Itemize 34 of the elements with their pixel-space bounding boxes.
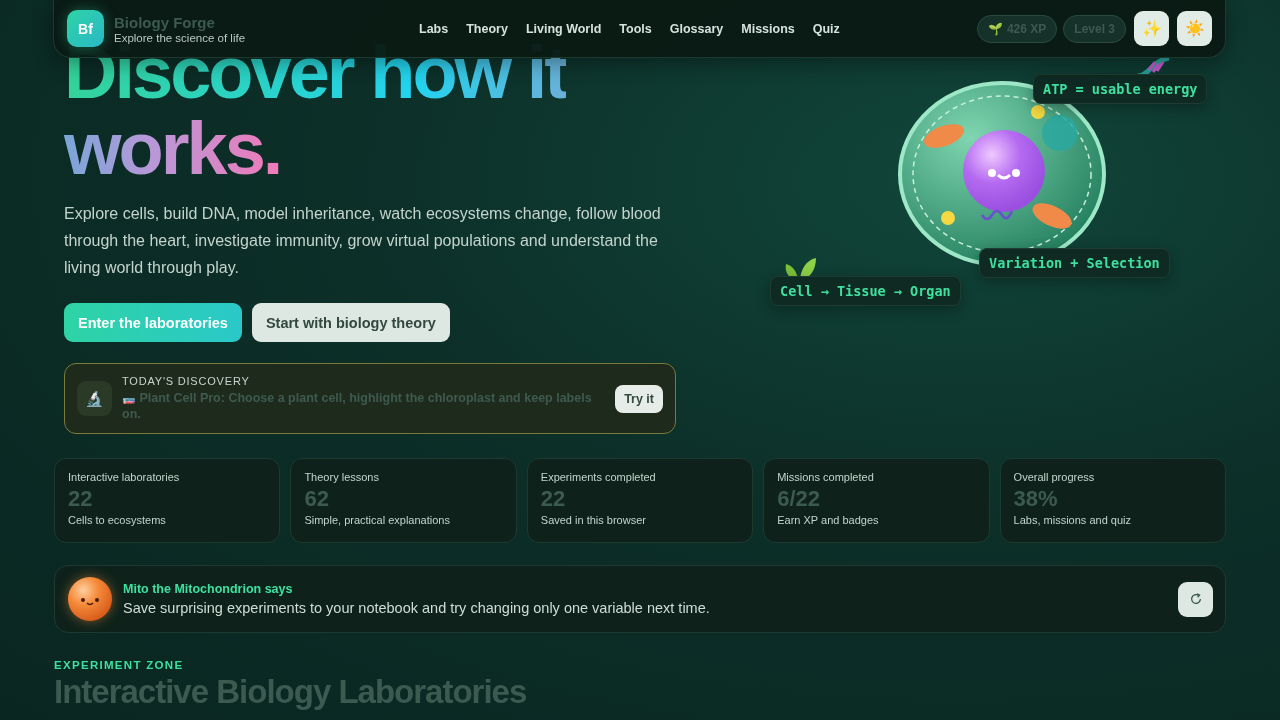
stat-label: Overall progress — [1013, 471, 1096, 483]
mascot-icon — [67, 576, 113, 622]
stat-value: 22 — [540, 486, 567, 512]
intro-paragraph: Explore cells, build DNA, model inheritance, watch ecosystems change, follow blood through the heart, investigate immunity, grow virtual populations and understand the living world through play. — [64, 204, 662, 278]
discovery-label: TODAY'S DISCOVERY — [122, 375, 251, 387]
stat-note: Saved in this browser — [540, 514, 647, 526]
stat-note: Labs, missions and quiz — [1013, 514, 1132, 526]
stat-value: 38% — [1013, 486, 1059, 512]
try-button[interactable]: Try it — [615, 384, 663, 413]
stat-note: Earn XP and badges — [777, 514, 880, 526]
secondary-button[interactable]: Start with biology theory — [251, 303, 450, 342]
floating-label: Cell → Tissue → Organ — [770, 276, 961, 306]
stat-label: Experiments completed — [540, 471, 657, 483]
refresh-icon — [1188, 592, 1203, 606]
stat-note: Simple, practical explanations — [304, 514, 451, 526]
stat-label: Interactive laboratories — [68, 471, 181, 483]
section-label: EXPERIMENT ZONE — [54, 659, 185, 671]
stat-value: 22 — [68, 486, 94, 512]
stat-label: Missions completed — [777, 471, 875, 483]
mascot-name: Mito the Mitochondrion says — [123, 582, 294, 596]
nav-link[interactable]: Tools — [611, 15, 660, 42]
nav-link[interactable]: Quiz — [804, 15, 848, 42]
refresh-button[interactable] — [1178, 581, 1213, 617]
floating-label: Variation + Selection — [979, 248, 1170, 278]
floating-label: ATP = usable energy — [1033, 74, 1208, 104]
stat-value: 62 — [304, 486, 330, 512]
nav-link[interactable]: Missions — [733, 15, 803, 42]
nav-link[interactable]: Glossary — [661, 15, 732, 42]
stat-label: Theory lessons — [304, 471, 380, 483]
stat-note: Cells to ecosystems — [68, 514, 167, 526]
stat-value: 6/22 — [777, 486, 821, 512]
site-title: Biology Forge — [114, 13, 216, 31]
mascot-tip: Save surprising experiments to your notebook and try changing only one variable next time. — [123, 600, 711, 616]
microscope-icon: 🔬 — [77, 381, 112, 416]
